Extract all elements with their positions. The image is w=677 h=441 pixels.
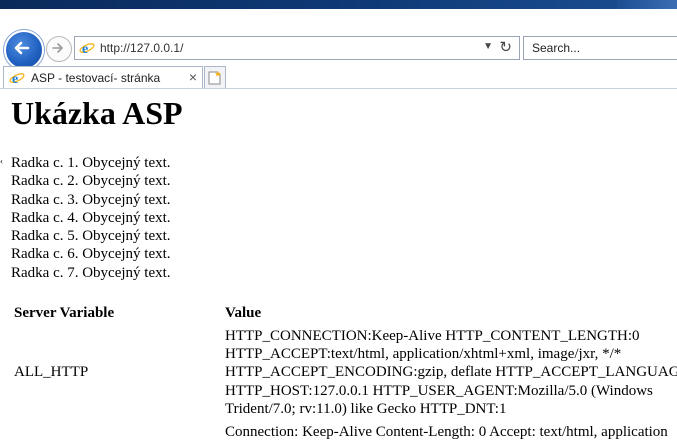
text-line: Radka c. 7. Obycejný text.: [11, 264, 171, 281]
page-content: Ukázka ASP ‹ Radka c. 1. Obycejný text. …: [0, 89, 677, 441]
back-button[interactable]: [4, 30, 44, 70]
value-line: HTTP_CONNECTION:Keep-Alive HTTP_CONTENT_…: [225, 328, 640, 344]
window-title-strip: [0, 0, 677, 9]
ie-icon: e: [79, 42, 95, 56]
tab-active[interactable]: e ASP - testovací- stránka ×: [3, 66, 203, 89]
svg-text:e: e: [12, 72, 18, 86]
ie-icon: e: [9, 72, 25, 86]
new-tab-icon: [208, 71, 221, 85]
dropdown-icon[interactable]: ▼: [483, 41, 493, 52]
text-line: Radka c. 3. Obycejný text.: [11, 191, 171, 208]
new-tab-button[interactable]: [204, 66, 226, 88]
text-line: Radka c. 1. Obycejný text.: [11, 155, 171, 171]
browser-toolbar: e http://127.0.0.1/ ▼ ↻ Search... e ASP …: [0, 9, 677, 89]
value-line: HTTP_ACCEPT:text/html, application/xhtml…: [225, 346, 622, 363]
page-title: Ukázka ASP: [11, 95, 183, 131]
search-placeholder: Search...: [532, 41, 581, 55]
variable-name: ALL_HTTP: [14, 364, 89, 380]
forward-button[interactable]: [46, 36, 72, 62]
column-header-value: Value: [225, 305, 262, 321]
next-variable-value: Connection: Keep-Alive Content-Length: 0…: [225, 424, 668, 440]
close-icon[interactable]: ×: [189, 69, 197, 85]
text-line: Radka c. 2. Obycejný text.: [11, 173, 171, 190]
text-line: Radka c. 4. Obycejný text.: [11, 209, 171, 226]
window-title-strip-highlight: [617, 0, 677, 9]
text-line: Radka c. 6. Obycejný text.: [11, 246, 171, 263]
address-text: http://127.0.0.1/: [100, 41, 184, 55]
forward-arrow-icon: [52, 43, 63, 53]
text-line-list: Radka c. 1. Obycejný text. Radka c. 2. O…: [11, 154, 171, 282]
svg-text:e: e: [82, 42, 88, 56]
column-header-variable: Server Variable: [14, 305, 115, 321]
tab-title: ASP - testovací- stránka: [31, 71, 161, 85]
text-line: Radka c. 5. Obycejný text.: [11, 228, 171, 245]
side-mark: ‹: [0, 156, 3, 166]
value-line: HTTP_HOST:127.0.0.1 HTTP_USER_AGENT:Mozi…: [225, 382, 653, 399]
value-line: Trident/7.0; rv:11.0) like Gecko HTTP_DN…: [225, 400, 507, 417]
value-line: HTTP_ACCEPT_ENCODING:gzip, deflate HTTP_…: [225, 364, 677, 381]
refresh-icon[interactable]: ↻: [499, 38, 512, 56]
address-bar[interactable]: e http://127.0.0.1/ ▼ ↻: [74, 36, 520, 60]
search-input[interactable]: Search...: [523, 36, 677, 60]
back-arrow-icon: [14, 41, 30, 55]
variable-value: HTTP_CONNECTION:Keep-Alive HTTP_CONTENT_…: [225, 327, 677, 418]
